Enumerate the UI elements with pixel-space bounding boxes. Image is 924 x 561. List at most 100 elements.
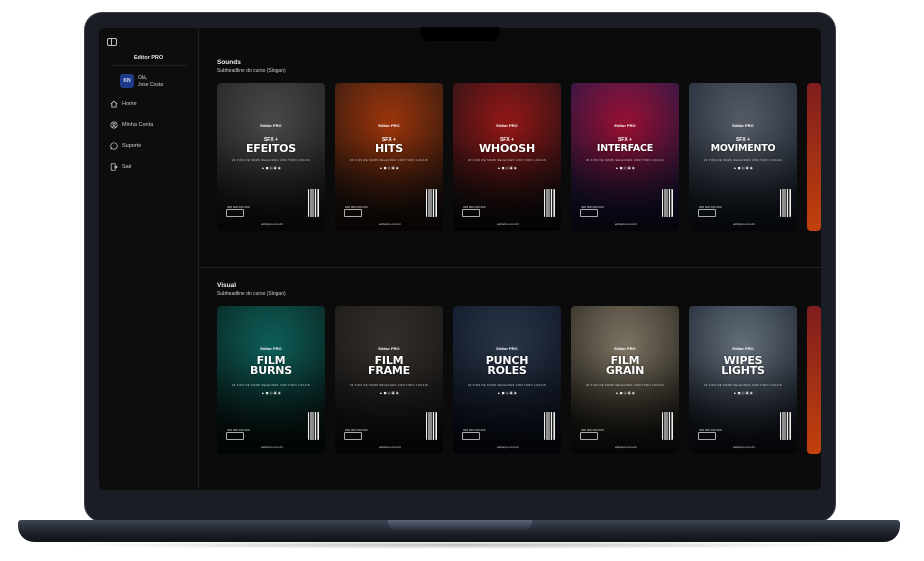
barcode-icon	[544, 412, 555, 440]
section-title-sounds: Sounds	[217, 59, 241, 66]
barcode-icon	[426, 412, 437, 440]
main-content: Sounds Subheadline do curso (Slogan) Edi…	[199, 28, 821, 490]
card-bracket	[344, 432, 362, 440]
greeting-text: Olá,	[138, 75, 148, 81]
course-card-partial[interactable]	[807, 306, 821, 454]
sidebar-toggle-icon[interactable]	[107, 38, 117, 46]
card-title: WIPES LIGHTS	[721, 354, 765, 377]
user-name: Jose Costa	[138, 82, 164, 88]
section-subtitle-sounds: Subheadline do curso (Slogan)	[217, 68, 286, 74]
app-icons-row: ▲ ◼ ◎ ▣ ◉	[261, 166, 281, 170]
card-tagline: 20 FIOS DE SOMS SELECOES COM TUDO LOCAIS	[703, 159, 783, 162]
course-card[interactable]: Editor PRO WIPES LIGHTS 20 FIOS DE SOMS SE…	[689, 306, 797, 454]
card-title: MOVIMENTO	[710, 143, 776, 154]
card-site: editorpro.com.br	[261, 222, 283, 226]
card-logo: Editor PRO	[732, 123, 754, 128]
card-logo: Editor PRO	[496, 123, 518, 128]
card-logo: Editor PRO	[260, 123, 282, 128]
barcode-icon	[780, 412, 791, 440]
sidebar: Editor PRO KN Olá, Jose Costa Home Minha…	[99, 28, 199, 490]
card-number: 028 000 000 000	[227, 205, 250, 209]
card-site: editorpro.com.br	[379, 445, 401, 449]
card-title: HITS	[375, 142, 403, 155]
app-icons-row: ▲ ◼ ◎ ▣ ◉	[615, 166, 635, 170]
card-title: INTERFACE	[596, 143, 654, 154]
card-number: 028 000 000 000	[581, 428, 604, 432]
card-bracket	[344, 209, 362, 217]
card-number: 028 000 000 000	[345, 205, 368, 209]
laptop-shadow	[60, 541, 860, 549]
card-bracket	[580, 432, 598, 440]
app-icons-row: ▲ ◼ ◎ ▣ ◉	[379, 391, 399, 395]
sidebar-item-support[interactable]: Suporte	[110, 142, 141, 150]
card-site: editorpro.com.br	[733, 445, 755, 449]
card-title: FILM FRAME	[368, 354, 410, 377]
section-divider	[199, 267, 821, 268]
card-tagline: 20 FIOS DE SOMS SELECOES COM TUDO LOCAIS	[349, 159, 429, 162]
card-logo: Editor PRO	[496, 346, 518, 351]
app-icons-row: ▲ ◼ ◎ ▣ ◉	[733, 391, 753, 395]
sidebar-item-home[interactable]: Home	[110, 100, 137, 108]
card-title: FILM GRAIN	[605, 354, 645, 377]
course-card[interactable]: Editor PRO PUNCH ROLES 20 FIOS DE SOMS SEL…	[453, 306, 561, 454]
course-card[interactable]: Editor PRO SFX + INTERFACE 20 FIOS DE SOMS …	[571, 83, 679, 231]
app-icons-row: ▲ ◼ ◎ ▣ ◉	[733, 166, 753, 170]
course-card[interactable]: Editor PRO SFX + MOVIMENTO 20 FIOS DE SOMS …	[689, 83, 797, 231]
card-title: WHOOSH	[479, 142, 535, 155]
course-card[interactable]: Editor PRO FILM GRAIN 20 FIOS DE SOMS SELE…	[571, 306, 679, 454]
course-card[interactable]: Editor PRO SFX + HITS 20 FIOS DE SOMS SELEC…	[335, 83, 443, 231]
laptop-hinge	[388, 520, 532, 530]
barcode-icon	[662, 189, 673, 217]
card-number: 028 000 000 000	[581, 205, 604, 209]
course-card[interactable]: Editor PRO SFX + WHOOSH 20 FIOS DE SOMS SEL…	[453, 83, 561, 231]
card-bracket	[226, 209, 244, 217]
card-number: 028 000 000 000	[699, 205, 722, 209]
course-card[interactable]: Editor PRO SFX + EFEITOS 20 FIOS DE SOMS SE…	[217, 83, 325, 231]
barcode-icon	[780, 189, 791, 217]
course-card-partial[interactable]	[807, 83, 821, 231]
user-icon	[110, 121, 118, 129]
brand-divider	[111, 65, 187, 66]
barcode-icon	[662, 412, 673, 440]
barcode-icon	[308, 189, 319, 217]
card-number: 028 000 000 000	[463, 428, 486, 432]
card-tagline: 20 FIOS DE SOMS SELECOES COM TUDO LOCAIS	[703, 384, 783, 387]
course-card[interactable]: Editor PRO FILM FRAME 20 FIOS DE SOMS SELE…	[335, 306, 443, 454]
course-row-sounds: Editor PRO SFX + EFEITOS 20 FIOS DE SOMS SE…	[217, 83, 821, 231]
app-icons-row: ▲ ◼ ◎ ▣ ◉	[615, 391, 635, 395]
app-icons-row: ▲ ◼ ◎ ▣ ◉	[497, 391, 517, 395]
card-logo: Editor PRO	[614, 123, 636, 128]
card-bracket	[580, 209, 598, 217]
sidebar-item-account[interactable]: Minha Conta	[110, 121, 153, 129]
card-logo: Editor PRO	[378, 346, 400, 351]
card-number: 028 000 000 000	[463, 205, 486, 209]
card-tagline: 20 FIOS DE SOMS SELECOES COM TUDO LOCAIS	[467, 384, 547, 387]
home-icon	[110, 100, 118, 108]
card-bracket	[462, 432, 480, 440]
card-bracket	[226, 432, 244, 440]
course-card[interactable]: Editor PRO FILM BURNS 20 FIOS DE SOMS SELE…	[217, 306, 325, 454]
card-tagline: 20 FIOS DE SOMS SELECOES COM TUDO LOCAIS	[349, 384, 429, 387]
card-tagline: 20 FIOS DE SOMS SELECOES COM TUDO LOCAIS	[231, 384, 311, 387]
card-site: editorpro.com.br	[497, 222, 519, 226]
card-tagline: 20 FIOS DE SOMS SELECOES COM TUDO LOCAIS	[585, 159, 665, 162]
card-tagline: 20 FIOS DE SOMS SELECOES COM TUDO LOCAIS	[585, 384, 665, 387]
card-site: editorpro.com.br	[615, 445, 637, 449]
card-site: editorpro.com.br	[379, 222, 401, 226]
card-title: FILM BURNS	[250, 354, 292, 377]
avatar[interactable]: KN	[120, 74, 134, 88]
exit-icon	[110, 163, 118, 171]
sidebar-item-label: Minha Conta	[122, 122, 154, 128]
card-bracket	[698, 209, 716, 217]
card-number: 028 000 000 000	[345, 428, 368, 432]
sidebar-item-logout[interactable]: Sair	[110, 163, 132, 171]
card-title: PUNCH ROLES	[485, 354, 529, 377]
camera-notch	[421, 27, 499, 41]
section-subtitle-visual: Subheadline do curso (Slogan)	[217, 291, 286, 297]
card-number: 028 000 000 000	[227, 428, 250, 432]
barcode-icon	[426, 189, 437, 217]
card-logo: Editor PRO	[614, 346, 636, 351]
card-logo: Editor PRO	[732, 346, 754, 351]
app-icons-row: ▲ ◼ ◎ ▣ ◉	[261, 391, 281, 395]
course-row-visual: Editor PRO FILM BURNS 20 FIOS DE SOMS SELE…	[217, 306, 821, 454]
